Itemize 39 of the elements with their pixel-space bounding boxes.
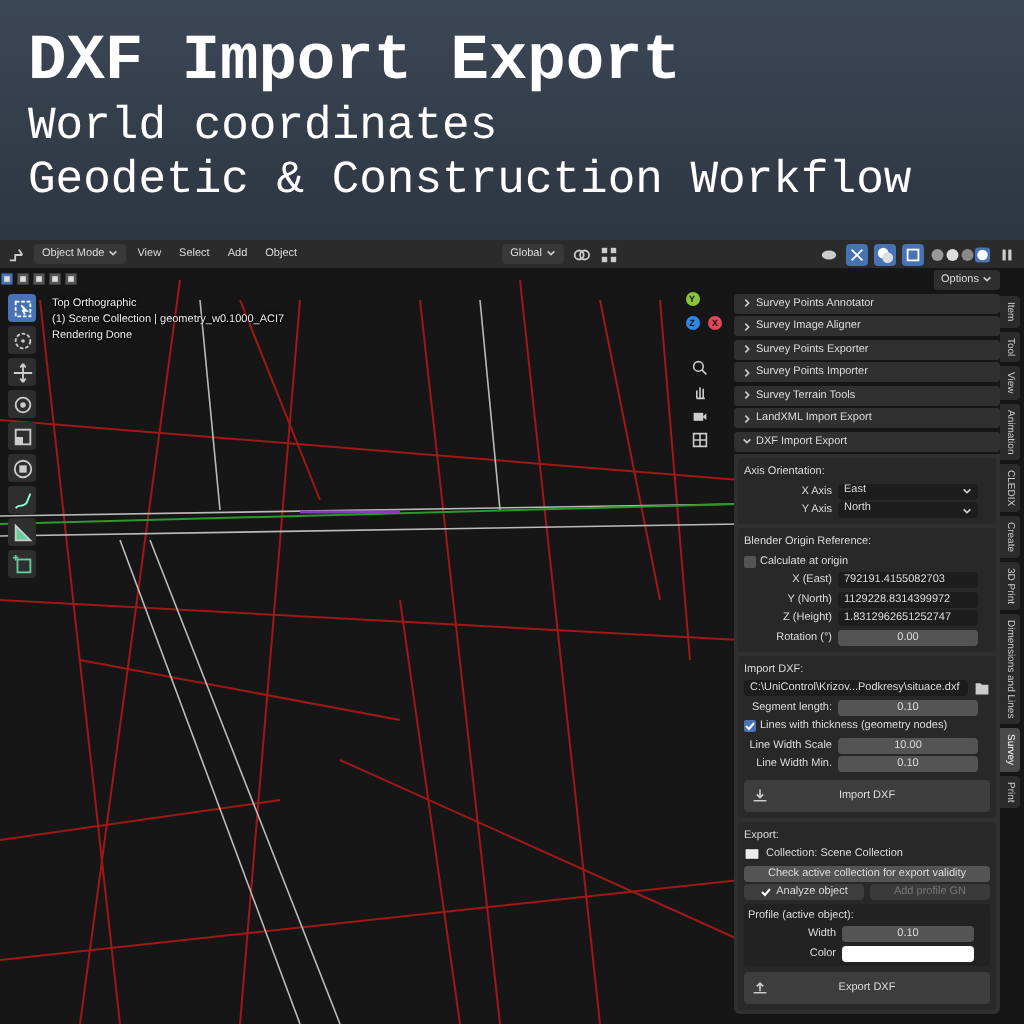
download-icon bbox=[752, 787, 768, 803]
annotate-tool-icon[interactable] bbox=[8, 486, 36, 514]
caret-icon bbox=[107, 248, 118, 259]
chevron-icon bbox=[742, 321, 752, 331]
chevron-icon bbox=[742, 413, 752, 423]
xray-toggle-icon[interactable] bbox=[902, 243, 925, 265]
move-tool-icon[interactable] bbox=[8, 358, 36, 386]
upload-icon bbox=[752, 980, 768, 996]
chevron-icon bbox=[742, 390, 752, 400]
grid-snap-icon[interactable] bbox=[597, 243, 619, 265]
scale-tool-icon[interactable] bbox=[8, 422, 36, 450]
color-swatch[interactable] bbox=[842, 945, 974, 961]
transform-tool-icon[interactable] bbox=[8, 454, 36, 482]
cursor-tool-icon[interactable] bbox=[8, 326, 36, 354]
chevron-icon bbox=[742, 436, 752, 446]
measure-tool-icon[interactable] bbox=[8, 518, 36, 546]
folder-icon[interactable] bbox=[974, 680, 990, 696]
chevron-icon bbox=[742, 344, 752, 354]
chevron-icon bbox=[742, 298, 752, 308]
banner-title: DXF Import Export bbox=[28, 24, 683, 100]
select-tool-icon[interactable] bbox=[8, 294, 36, 322]
checkbox-square-icon bbox=[744, 555, 756, 567]
banner-subtitle: Geodetic & Construction Workflow bbox=[28, 154, 914, 208]
checkbox-square-icon bbox=[744, 720, 756, 732]
overlay-toggle-icon[interactable] bbox=[874, 243, 897, 265]
shading-mode-icon[interactable] bbox=[930, 245, 991, 263]
add-tool-icon[interactable] bbox=[8, 550, 36, 578]
checkmark-icon bbox=[760, 886, 773, 898]
camera-icon[interactable] bbox=[692, 408, 708, 424]
collection-icon bbox=[744, 846, 760, 862]
gizmo-toggle-icon[interactable] bbox=[846, 243, 869, 265]
banner-subtitle: World coordinates bbox=[28, 100, 500, 154]
rotate-tool-icon[interactable] bbox=[8, 390, 36, 418]
zoom-icon[interactable] bbox=[692, 360, 708, 376]
caret-icon bbox=[545, 248, 555, 259]
grid-icon[interactable] bbox=[692, 432, 708, 448]
caret-icon bbox=[982, 274, 992, 285]
chevron-icon bbox=[742, 367, 752, 377]
editor-type-icon[interactable] bbox=[6, 243, 28, 265]
